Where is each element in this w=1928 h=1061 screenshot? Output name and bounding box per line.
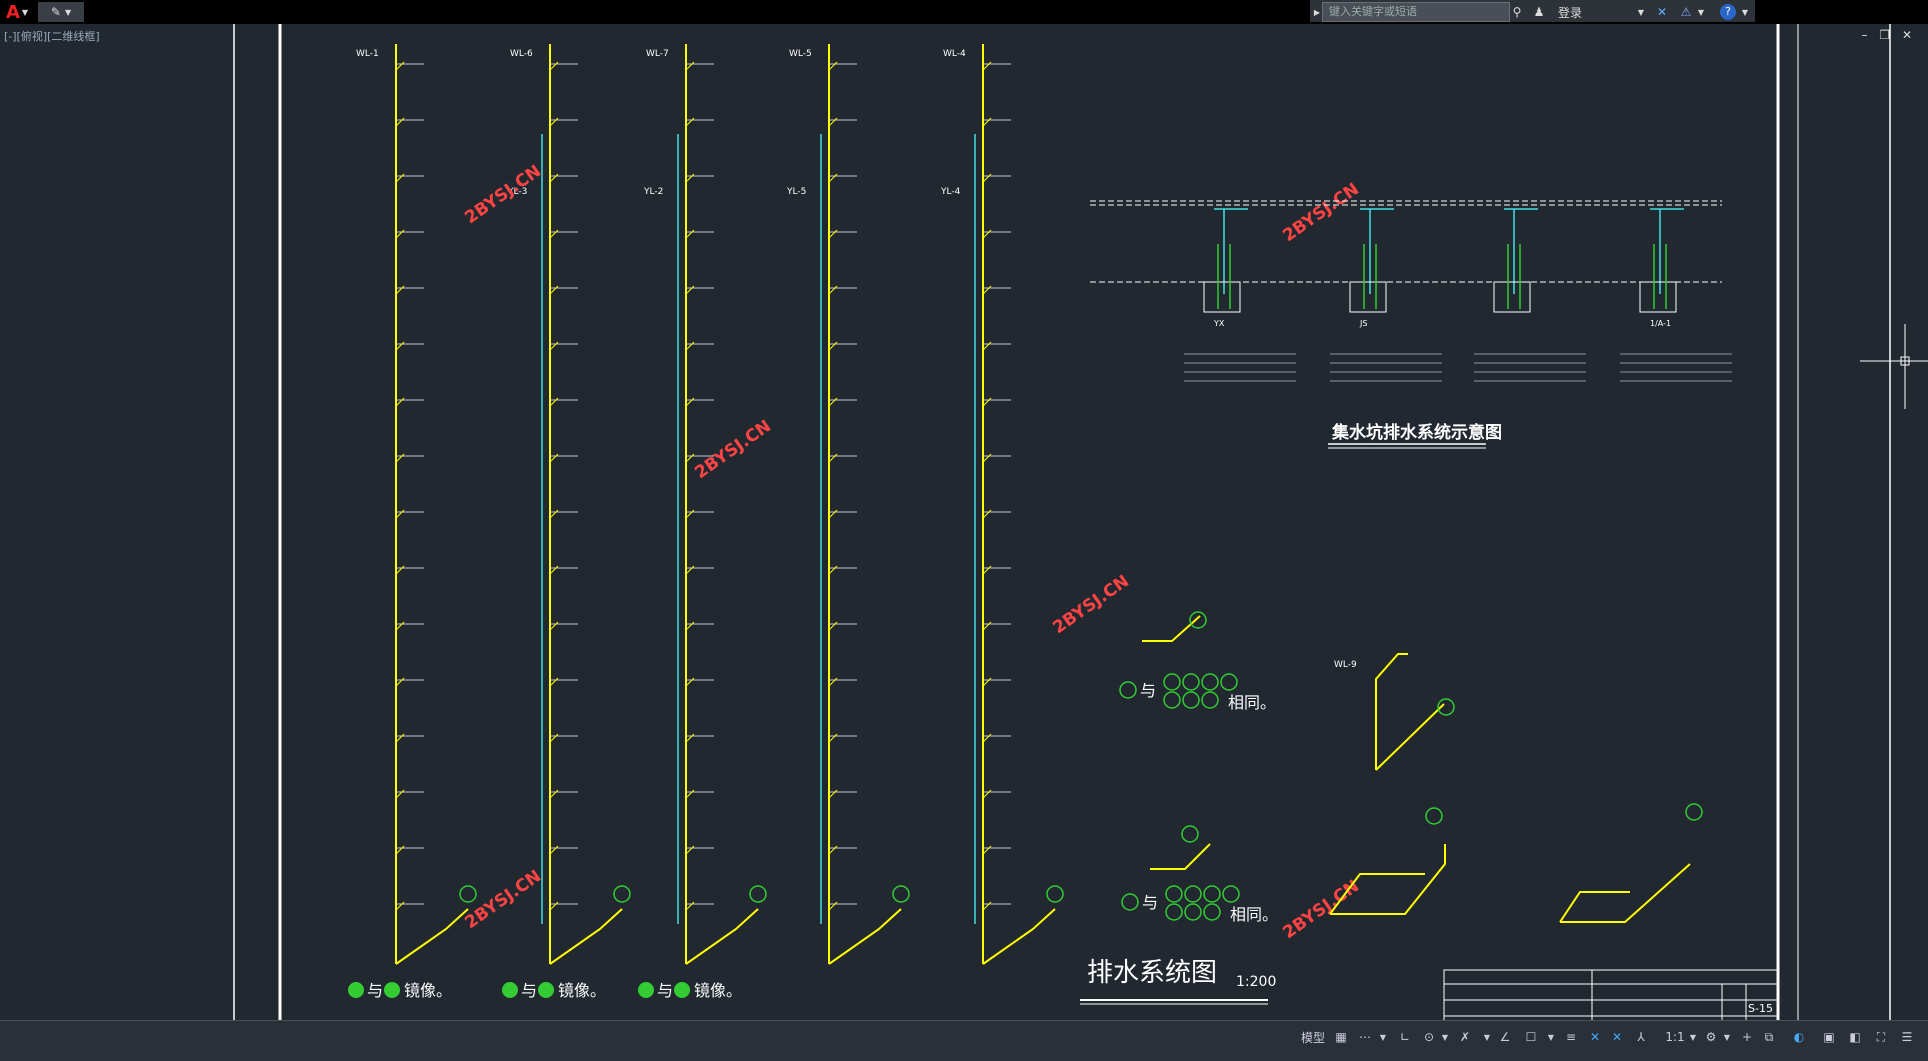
pit: YX [1184, 208, 1296, 382]
a360-icon[interactable]: ⚠ [1676, 2, 1696, 22]
user-icon[interactable]: ♟ [1530, 2, 1548, 22]
layout-icon[interactable]: ⧉ [1760, 1026, 1778, 1048]
drawing-scale: 1:200 [1236, 974, 1276, 990]
mirror-text: 与 [521, 981, 537, 1000]
same-suffix: 相同。 [1230, 905, 1278, 924]
same-text: 与 [1142, 893, 1158, 912]
pit-label: 1/A-1 [1650, 319, 1671, 328]
watermark-text: 2BYSJ.CN [1279, 179, 1362, 246]
pit-diagram: YX JS 1/A-1 集水坑排水系统示意图 [1090, 200, 1732, 449]
chevron-down-icon: ▼ [64, 7, 72, 17]
polar-icon[interactable]: ⊙ [1420, 1026, 1438, 1048]
drawing-canvas[interactable]: [-][俯视][二维线框] – ❐ ✕ WL-1 与镜像。 WL-6 YL-3 与镜像。… [0, 24, 1928, 1024]
chevron-down-icon[interactable]: ▼ [1740, 2, 1750, 22]
drawing-svg: WL-1与 镜像。WL-6YL-3与 镜像。WL-7YL-2与 镜像。WL-5YL-5… [233, 24, 1928, 1020]
pit-label: YX [1213, 319, 1225, 328]
main-title: 排水系统图 [1087, 958, 1217, 988]
chevron-down-icon: ▼ [21, 7, 29, 17]
dyn-icon[interactable]: ☐ [1522, 1026, 1540, 1048]
pipe-tag: WL-6 [510, 49, 533, 59]
title-block [1443, 969, 1779, 1020]
menu-icon[interactable]: ☰ [1898, 1026, 1916, 1048]
pipe-sub-tag: YL-2 [643, 187, 663, 197]
mirror-text: 与 [657, 981, 673, 1000]
pipe-sub-tag: YL-5 [786, 187, 806, 197]
pit-title: 集水坑排水系统示意图 [1331, 422, 1502, 443]
pipe-tag: WL-4 [943, 49, 966, 59]
watermark-text: 2BYSJ.CN [461, 161, 544, 228]
search-input[interactable]: 键入关键字或短语 [1322, 2, 1510, 22]
otrack-icon[interactable]: ∠ [1496, 1026, 1514, 1048]
fullscreen-icon[interactable]: ⛶ [1872, 1026, 1890, 1048]
scale-dropdown[interactable]: 1:1 [1662, 1026, 1688, 1048]
hardware-icon[interactable]: ▣ [1820, 1026, 1838, 1048]
riser-pipe: WL-1 与 镜像。 [348, 44, 477, 1000]
isometric-details: WL-9 与相同。与相同。 [1119, 611, 1703, 924]
riser-pipe: WL-5 YL-5 [786, 44, 910, 965]
binoculars-icon[interactable]: ⚲ [1508, 2, 1526, 22]
snap-icon[interactable]: ⋯ [1354, 1026, 1376, 1048]
chevron-down-icon[interactable]: ▼ [1440, 1026, 1450, 1048]
same-text: 与 [1140, 681, 1156, 700]
help-icon[interactable]: ? [1718, 2, 1738, 22]
chevron-down-icon[interactable]: ▼ [1688, 1026, 1698, 1048]
sheet-number: S-15 [1748, 1002, 1773, 1015]
ortho-icon[interactable]: ∟ [1396, 1026, 1414, 1048]
quick-access-button[interactable]: ✎ ▼ [38, 2, 84, 22]
exchange-icon[interactable]: ✕ [1652, 2, 1672, 22]
pipe-sub-tag: YL-4 [940, 187, 961, 197]
riser-pipe: WL-7 YL-2 与 镜像。 [638, 44, 767, 1000]
riser-pipe: WL-4 YL-4 [940, 44, 1064, 965]
model-tab[interactable]: 模型 [1298, 1026, 1328, 1048]
same-suffix: 相同。 [1228, 693, 1276, 712]
watermarks: 2BYSJ.CN2BYSJ.CN2BYSJ.CN2BYSJ.CN2BYSJ.CN… [461, 161, 1362, 943]
mirror-suffix: 镜像。 [404, 981, 452, 1000]
wl9-tag: WL-9 [1334, 660, 1357, 670]
chevron-down-icon[interactable]: ▼ [1696, 2, 1706, 22]
chevron-down-icon[interactable]: ▼ [1378, 1026, 1388, 1048]
settings-icon[interactable]: ⚙ [1702, 1026, 1720, 1048]
same-note: 与相同。 [1121, 885, 1278, 924]
chevron-down-icon[interactable]: ▼ [1722, 1026, 1732, 1048]
lineweight-icon[interactable]: ≡ [1562, 1026, 1580, 1048]
same-note: 与相同。 [1119, 673, 1276, 712]
chevron-down-icon[interactable]: ▼ [1482, 1026, 1492, 1048]
chevron-down-icon[interactable]: ▼ [1546, 1026, 1556, 1048]
isolate-icon[interactable]: ◐ [1790, 1026, 1808, 1048]
mirror-suffix: 镜像。 [694, 981, 742, 1000]
mirror-text: 与 [367, 981, 383, 1000]
annotation-scale-icon[interactable]: ⅄ [1632, 1026, 1650, 1048]
pipe-tag: WL-5 [789, 49, 812, 59]
autocad-logo-icon: A [5, 1, 20, 23]
watermark-text: 2BYSJ.CN [1049, 571, 1132, 638]
top-toolbar: A ▼ ✎ ▼ ▶ 键入关键字或短语 ⚲ ♟ 登录 ▼ ✕ ⚠ ▼ ? ▼ [0, 0, 1928, 24]
crosshair-cursor [1860, 324, 1928, 409]
annotation-icon[interactable]: ✕ [1586, 1026, 1604, 1048]
mirror-suffix: 镜像。 [558, 981, 606, 1000]
login-button[interactable]: 登录 [1550, 2, 1590, 22]
watermark-text: 2BYSJ.CN [691, 416, 774, 483]
riser-pipes: WL-1与 镜像。WL-6YL-3与 镜像。WL-7YL-2与 镜像。WL-5YL-5… [348, 44, 1064, 1000]
chevron-down-icon[interactable]: ▼ [1636, 2, 1646, 22]
pit [1474, 208, 1586, 382]
app-menu-button[interactable]: A ▼ [0, 1, 34, 23]
search-arrow-icon[interactable]: ▶ [1312, 2, 1322, 22]
pit: JS [1330, 208, 1442, 382]
pit-label: JS [1359, 319, 1367, 328]
pipe-tag: WL-1 [356, 49, 379, 59]
grid-icon[interactable]: ▦ [1332, 1026, 1350, 1048]
edit-icon: ✎ [50, 5, 61, 19]
osnap-icon[interactable]: ✗ [1456, 1026, 1474, 1048]
plus-icon[interactable]: + [1738, 1026, 1756, 1048]
pit: 1/A-1 [1620, 208, 1732, 382]
annotation-visibility-icon[interactable]: ✕ [1608, 1026, 1626, 1048]
pipe-tag: WL-7 [646, 49, 669, 59]
clean-screen-icon[interactable]: ◧ [1846, 1026, 1864, 1048]
